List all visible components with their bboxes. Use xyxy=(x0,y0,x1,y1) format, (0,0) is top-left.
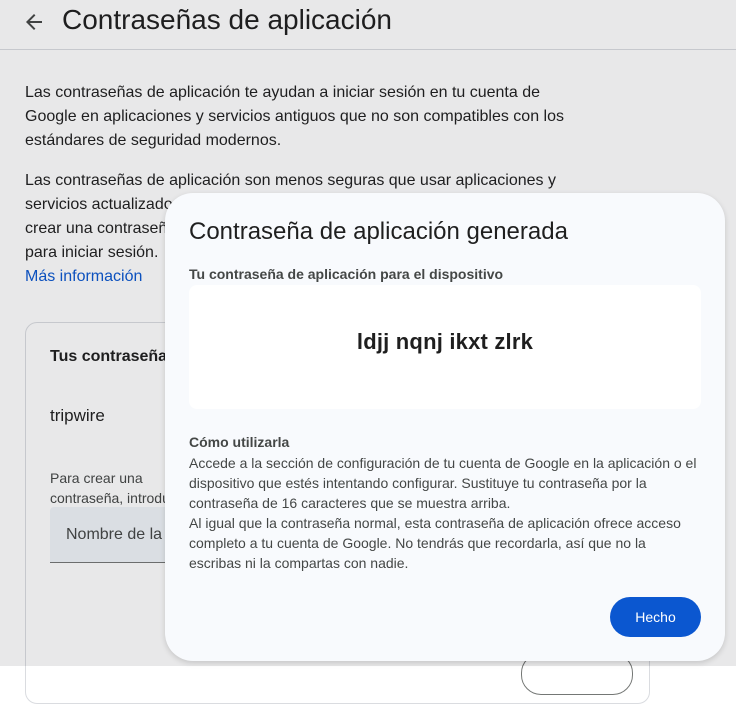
generated-password-dialog: Contraseña de aplicación generada Tu con… xyxy=(165,193,725,661)
how-to-title: Cómo utilizarla xyxy=(189,434,290,450)
how-to-text-1: Accede a la sección de configuración de … xyxy=(189,455,697,511)
dialog-title: Contraseña de aplicación generada xyxy=(189,218,568,245)
generated-password[interactable]: ldjj nqnj ikxt zlrk xyxy=(189,329,701,355)
how-to-text-2: Al igual que la contraseña normal, esta … xyxy=(189,515,681,571)
password-label: Tu contraseña de aplicación para el disp… xyxy=(189,266,504,282)
password-box: ldjj nqnj ikxt zlrk xyxy=(189,285,701,409)
how-to-text: Accede a la sección de configuración de … xyxy=(189,453,701,573)
done-button[interactable]: Hecho xyxy=(610,597,701,637)
